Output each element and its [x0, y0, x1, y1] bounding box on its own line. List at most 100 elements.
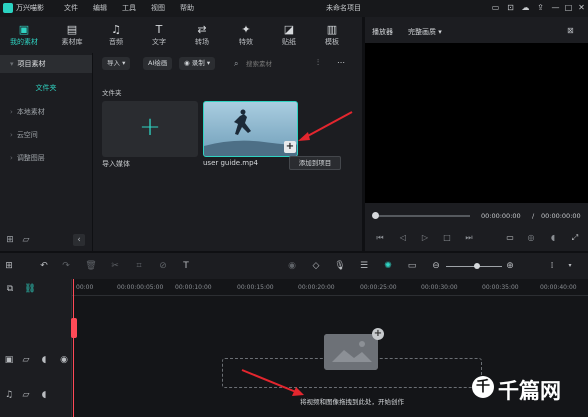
- play-icon[interactable]: ▷: [420, 233, 430, 243]
- quality-dropdown[interactable]: 完整画质 ▾: [408, 27, 442, 37]
- tab-text[interactable]: T 文字: [138, 22, 180, 47]
- time-separator: /: [532, 212, 535, 220]
- sticker-icon: ◪: [283, 23, 295, 36]
- tab-my-media[interactable]: ▣ 我的素材: [3, 22, 45, 47]
- chevron-right-icon: ›: [10, 131, 13, 139]
- speaker-icon[interactable]: ◖: [38, 389, 50, 401]
- speaker-icon[interactable]: ◖: [38, 354, 50, 366]
- chevron-down-icon[interactable]: ▾: [564, 260, 576, 272]
- display-icon[interactable]: ▭: [505, 233, 515, 243]
- image-placeholder-icon: [324, 334, 378, 370]
- monitor-icon[interactable]: ▭: [490, 3, 501, 13]
- add-icon[interactable]: +: [372, 328, 384, 340]
- effects-icon: ✦: [241, 23, 251, 36]
- tab-template[interactable]: ▥ 模板: [311, 22, 353, 47]
- subtitle-icon[interactable]: ▭: [406, 260, 418, 272]
- cloud-icon[interactable]: ☁: [520, 3, 531, 13]
- ruler-tick: 00:00:40:00: [540, 284, 577, 291]
- folder-icon[interactable]: ▱: [20, 389, 32, 401]
- cart-icon[interactable]: ⊡: [505, 3, 516, 13]
- mic-icon[interactable]: 🎙: [334, 260, 346, 272]
- more-icon[interactable]: ⋯: [337, 58, 345, 67]
- menu-edit[interactable]: 编辑: [93, 3, 107, 13]
- menu-file[interactable]: 文件: [64, 3, 78, 13]
- zoom-in-icon[interactable]: ⊕: [504, 260, 516, 272]
- snapshot-icon[interactable]: ⊠: [567, 26, 574, 35]
- ai-paint-button[interactable]: AI绘画: [143, 57, 173, 70]
- sidebar-item-cloud[interactable]: › 云空间: [0, 126, 92, 144]
- grid-icon[interactable]: ⁞: [546, 260, 558, 272]
- cut-icon[interactable]: ✂: [109, 260, 121, 272]
- chevron-down-icon: ▾: [10, 60, 14, 68]
- filter-icon[interactable]: ⫶: [317, 58, 319, 68]
- new-folder-icon[interactable]: ⊞: [4, 234, 16, 246]
- maximize-icon[interactable]: □: [563, 3, 574, 13]
- audio-mix-icon[interactable]: ☰: [358, 260, 370, 272]
- folder-icon[interactable]: ▱: [20, 354, 32, 366]
- prev-frame-icon[interactable]: ⏮: [375, 233, 385, 243]
- sidebar-project-media[interactable]: ▾ 项目素材: [0, 55, 92, 73]
- redo-icon[interactable]: ↷: [60, 260, 72, 272]
- menu-tools[interactable]: 工具: [122, 3, 136, 13]
- search-icon: ⌕: [234, 59, 239, 68]
- folder-icon[interactable]: ▱: [20, 234, 32, 246]
- chevron-right-icon: ›: [10, 154, 13, 162]
- tab-effects[interactable]: ✦ 特效: [225, 22, 267, 47]
- playhead-handle[interactable]: [71, 318, 77, 338]
- annotation-arrow: [298, 111, 353, 141]
- chevron-right-icon: ›: [10, 108, 13, 116]
- progress-track[interactable]: [374, 215, 470, 217]
- ruler-tick: 00:00:15:00: [237, 284, 274, 291]
- ruler-tick: 00:00:30:00: [421, 284, 458, 291]
- menu-view[interactable]: 视图: [151, 3, 165, 13]
- import-dropdown[interactable]: 导入 ▾: [102, 57, 131, 70]
- shield-icon[interactable]: ◇: [310, 260, 322, 272]
- stop-icon[interactable]: □: [442, 233, 452, 243]
- audio-track-icon: ♫: [4, 390, 14, 400]
- undo-icon[interactable]: ↶: [38, 260, 50, 272]
- zoom-out-icon[interactable]: ⊖: [430, 260, 442, 272]
- import-label: 导入媒体: [102, 160, 130, 168]
- project-title: 未命名项目: [326, 4, 361, 12]
- next-frame-icon[interactable]: ⏭: [464, 233, 474, 243]
- layout-icon[interactable]: ⊞: [3, 260, 15, 272]
- link-icon[interactable]: ⛓: [24, 283, 36, 295]
- sidebar-item-local[interactable]: › 本地素材: [0, 103, 92, 121]
- sidebar-item-adjustment[interactable]: › 调整图层: [0, 149, 92, 167]
- tag-icon[interactable]: ⊘: [157, 260, 169, 272]
- tab-stock[interactable]: ▤ 素材库: [51, 22, 93, 47]
- zoom-knob[interactable]: [474, 263, 480, 269]
- collapse-icon[interactable]: ‹: [73, 234, 85, 246]
- text-tool-icon[interactable]: T: [180, 260, 192, 272]
- render-icon[interactable]: ◉: [286, 260, 298, 272]
- progress-knob[interactable]: [372, 212, 379, 219]
- tab-transition[interactable]: ⇄ 转场: [181, 22, 223, 47]
- playhead[interactable]: [73, 279, 74, 417]
- crop-icon[interactable]: ⌗: [133, 260, 145, 272]
- eye-icon[interactable]: ◉: [58, 354, 70, 366]
- sidebar-item-folder[interactable]: 文件夹: [0, 79, 92, 97]
- tab-sticker[interactable]: ◪ 贴纸: [268, 22, 310, 47]
- player-tab[interactable]: 播放器: [372, 27, 393, 37]
- record-dropdown[interactable]: ◉ 录制 ▾: [179, 57, 216, 70]
- search-input[interactable]: [246, 57, 306, 70]
- music-icon: ♫: [111, 23, 121, 36]
- ruler-tick: 00:00:10:00: [175, 284, 212, 291]
- ai-icon[interactable]: ✺: [382, 260, 394, 272]
- tab-audio[interactable]: ♫ 音频: [95, 22, 137, 47]
- add-track-icon[interactable]: ⧉: [4, 283, 16, 295]
- menu-help[interactable]: 帮助: [180, 3, 194, 13]
- ruler-divider: [72, 295, 588, 296]
- camera-icon[interactable]: ◎: [526, 233, 536, 243]
- folder-label: 文件夹: [102, 89, 122, 97]
- minimize-icon[interactable]: —: [550, 3, 561, 13]
- volume-icon[interactable]: ◖: [548, 233, 558, 243]
- time-total: 00:00:00:00: [541, 212, 581, 220]
- ruler-tick: 00:00:25:00: [360, 284, 397, 291]
- clip-name: user guide.mp4: [203, 159, 259, 167]
- export-icon[interactable]: ⇪: [535, 3, 546, 13]
- fullscreen-icon[interactable]: ⤢: [570, 233, 580, 243]
- close-icon[interactable]: ✕: [576, 3, 587, 13]
- play-back-icon[interactable]: ◁: [398, 233, 408, 243]
- delete-icon[interactable]: 🗑: [85, 260, 97, 272]
